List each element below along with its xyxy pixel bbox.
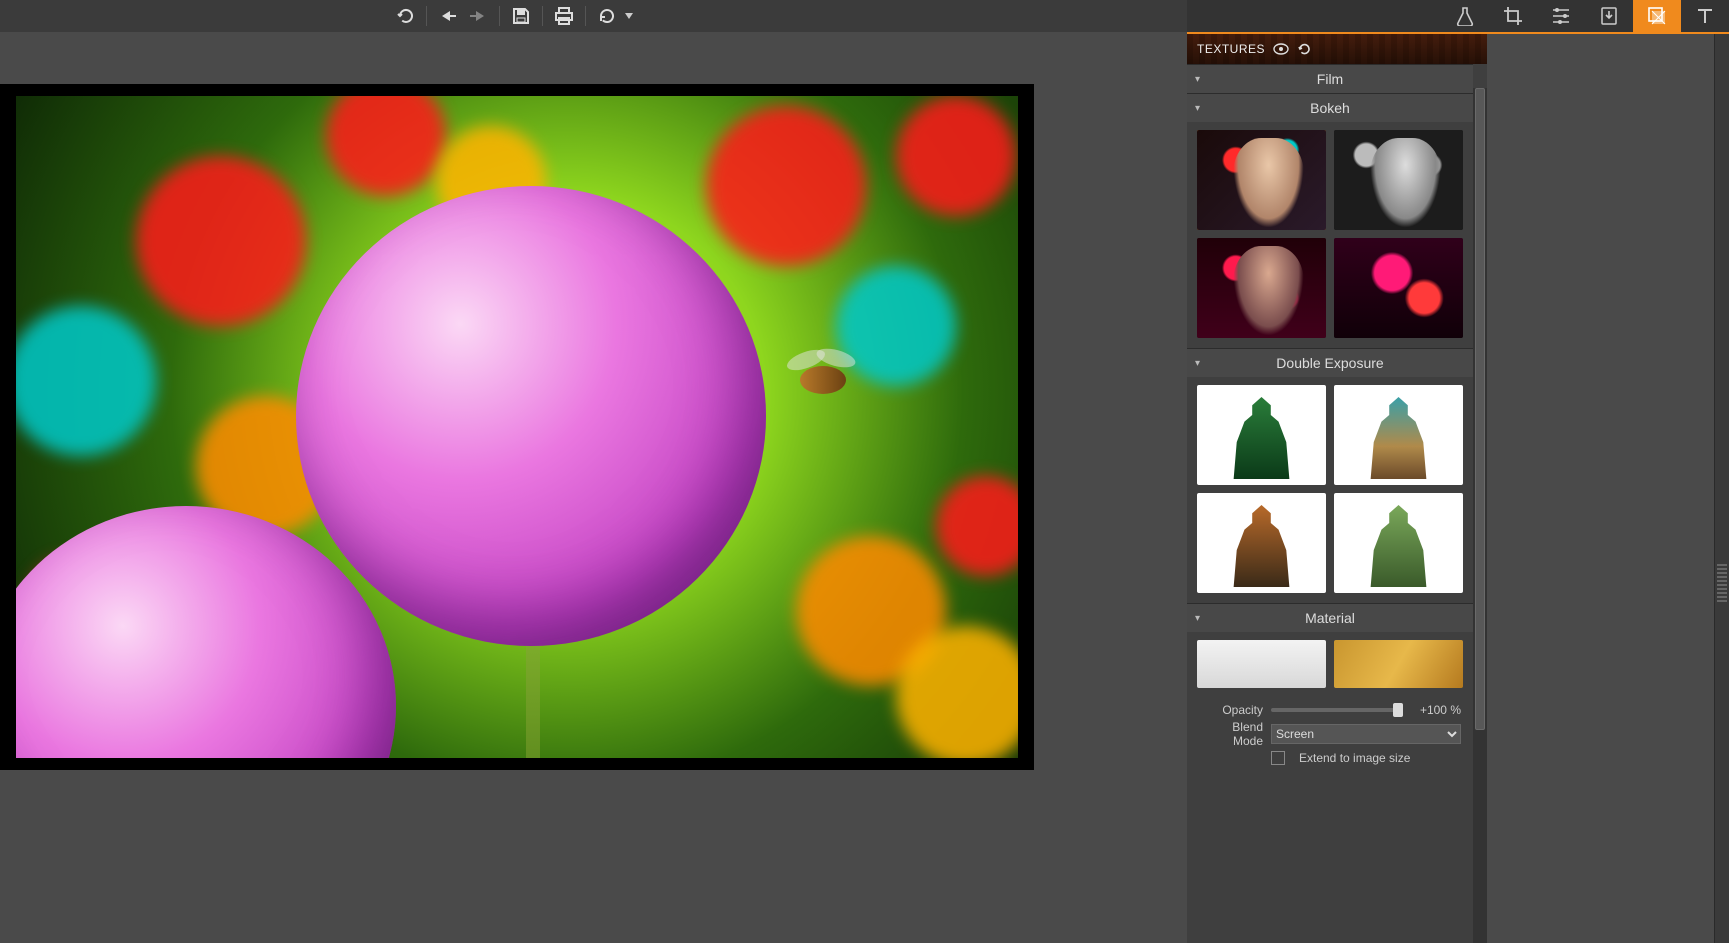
texture-thumb-de-2[interactable]: [1334, 385, 1463, 485]
bokeh-thumbs: [1187, 122, 1473, 348]
blend-label: Blend Mode: [1199, 720, 1263, 748]
blend-row: Blend Mode Screen: [1199, 722, 1461, 746]
separator: [499, 6, 500, 26]
panel-resize-grip[interactable]: [1717, 564, 1727, 604]
refresh-dropdown[interactable]: [622, 1, 636, 31]
history-forward-button[interactable]: [463, 1, 493, 31]
material-thumbs: [1187, 632, 1473, 692]
category-label: Bokeh: [1310, 100, 1350, 116]
category-film-header[interactable]: ▾ Film: [1187, 65, 1473, 93]
separator: [542, 6, 543, 26]
bokeh-circle: [136, 156, 306, 326]
tab-adjust[interactable]: [1537, 0, 1585, 32]
flower-main: [296, 186, 766, 646]
flower-stem: [526, 636, 540, 758]
category-bokeh-header[interactable]: ▾ Bokeh: [1187, 94, 1473, 122]
texture-thumb-de-1[interactable]: [1197, 385, 1326, 485]
panel-header: TEXTURES: [1187, 34, 1487, 64]
texture-thumb-bokeh-3[interactable]: [1197, 238, 1326, 338]
texture-thumb-de-4[interactable]: [1334, 493, 1463, 593]
history-back-button[interactable]: [433, 1, 463, 31]
crop-icon: [1503, 6, 1523, 26]
chevron-down-icon: [625, 13, 633, 19]
tab-textures[interactable]: [1633, 0, 1681, 32]
category-material: ▾ Material: [1187, 603, 1473, 692]
tab-presets[interactable]: [1585, 0, 1633, 32]
textures-panel: TEXTURES ▾ Film ▾ Bokeh: [1187, 34, 1487, 943]
tab-text[interactable]: [1681, 0, 1729, 32]
sliders-icon: [1551, 7, 1571, 25]
panel-scrollbar[interactable]: [1473, 88, 1487, 943]
chevron-down-icon: ▾: [1195, 613, 1200, 624]
panel-title: TEXTURES: [1197, 42, 1265, 56]
print-icon: [554, 7, 574, 25]
category-label: Double Exposure: [1276, 355, 1383, 371]
extend-row: Extend to image size: [1199, 746, 1461, 770]
scrollbar-thumb[interactable]: [1475, 88, 1485, 730]
separator: [426, 6, 427, 26]
print-button[interactable]: [549, 1, 579, 31]
category-label: Film: [1317, 71, 1343, 87]
download-box-icon: [1600, 6, 1618, 26]
save-button[interactable]: [506, 1, 536, 31]
undo-button[interactable]: [390, 1, 420, 31]
right-tab-bar: [1187, 0, 1729, 34]
chevron-down-icon: ▾: [1195, 103, 1200, 114]
opacity-value: +100 %: [1411, 703, 1461, 717]
opacity-row: Opacity +100 %: [1199, 698, 1461, 722]
refresh-button[interactable]: [592, 1, 622, 31]
arrow-right-icon: [468, 8, 488, 24]
save-icon: [512, 7, 530, 25]
undo-icon: [395, 6, 415, 26]
category-double-exposure: ▾ Double Exposure: [1187, 348, 1473, 603]
chevron-down-icon: ▾: [1195, 74, 1200, 85]
texture-thumb-material-1[interactable]: [1197, 640, 1326, 688]
category-material-header[interactable]: ▾ Material: [1187, 604, 1473, 632]
category-bokeh: ▾ Bokeh: [1187, 93, 1473, 348]
texture-thumb-de-3[interactable]: [1197, 493, 1326, 593]
separator: [585, 6, 586, 26]
tab-crop[interactable]: [1489, 0, 1537, 32]
texture-thumb-bokeh-4[interactable]: [1334, 238, 1463, 338]
bee: [786, 358, 856, 398]
refresh-icon: [598, 7, 616, 25]
opacity-label: Opacity: [1199, 703, 1263, 717]
bokeh-circle: [896, 96, 1016, 216]
category-film: ▾ Film: [1187, 64, 1473, 93]
category-label: Material: [1305, 610, 1355, 626]
reset-icon[interactable]: [1297, 42, 1311, 56]
texture-thumb-bokeh-2[interactable]: [1334, 130, 1463, 230]
image-canvas-frame: [0, 84, 1034, 770]
texture-thumb-material-2[interactable]: [1334, 640, 1463, 688]
far-right-strip: [1714, 34, 1729, 943]
slider-knob[interactable]: [1393, 703, 1403, 717]
extend-label: Extend to image size: [1299, 751, 1410, 765]
top-toolbar: [0, 0, 1187, 32]
flask-icon: [1456, 6, 1474, 26]
texture-settings: Opacity +100 % Blend Mode Screen Extend …: [1187, 692, 1473, 780]
arrow-left-icon: [438, 8, 458, 24]
extend-checkbox[interactable]: [1271, 751, 1285, 765]
image-canvas[interactable]: [16, 96, 1018, 758]
texture-thumb-bokeh-1[interactable]: [1197, 130, 1326, 230]
textures-icon: [1647, 6, 1667, 26]
bokeh-circle: [706, 106, 866, 266]
opacity-slider[interactable]: [1271, 708, 1403, 712]
category-double-exposure-header[interactable]: ▾ Double Exposure: [1187, 349, 1473, 377]
chevron-down-icon: ▾: [1195, 358, 1200, 369]
double-exposure-thumbs: [1187, 377, 1473, 603]
tab-lab[interactable]: [1441, 0, 1489, 32]
text-icon: [1695, 6, 1715, 26]
eye-icon[interactable]: [1273, 43, 1289, 55]
blend-mode-select[interactable]: Screen: [1271, 724, 1461, 744]
panel-body: ▾ Film ▾ Bokeh: [1187, 64, 1473, 943]
